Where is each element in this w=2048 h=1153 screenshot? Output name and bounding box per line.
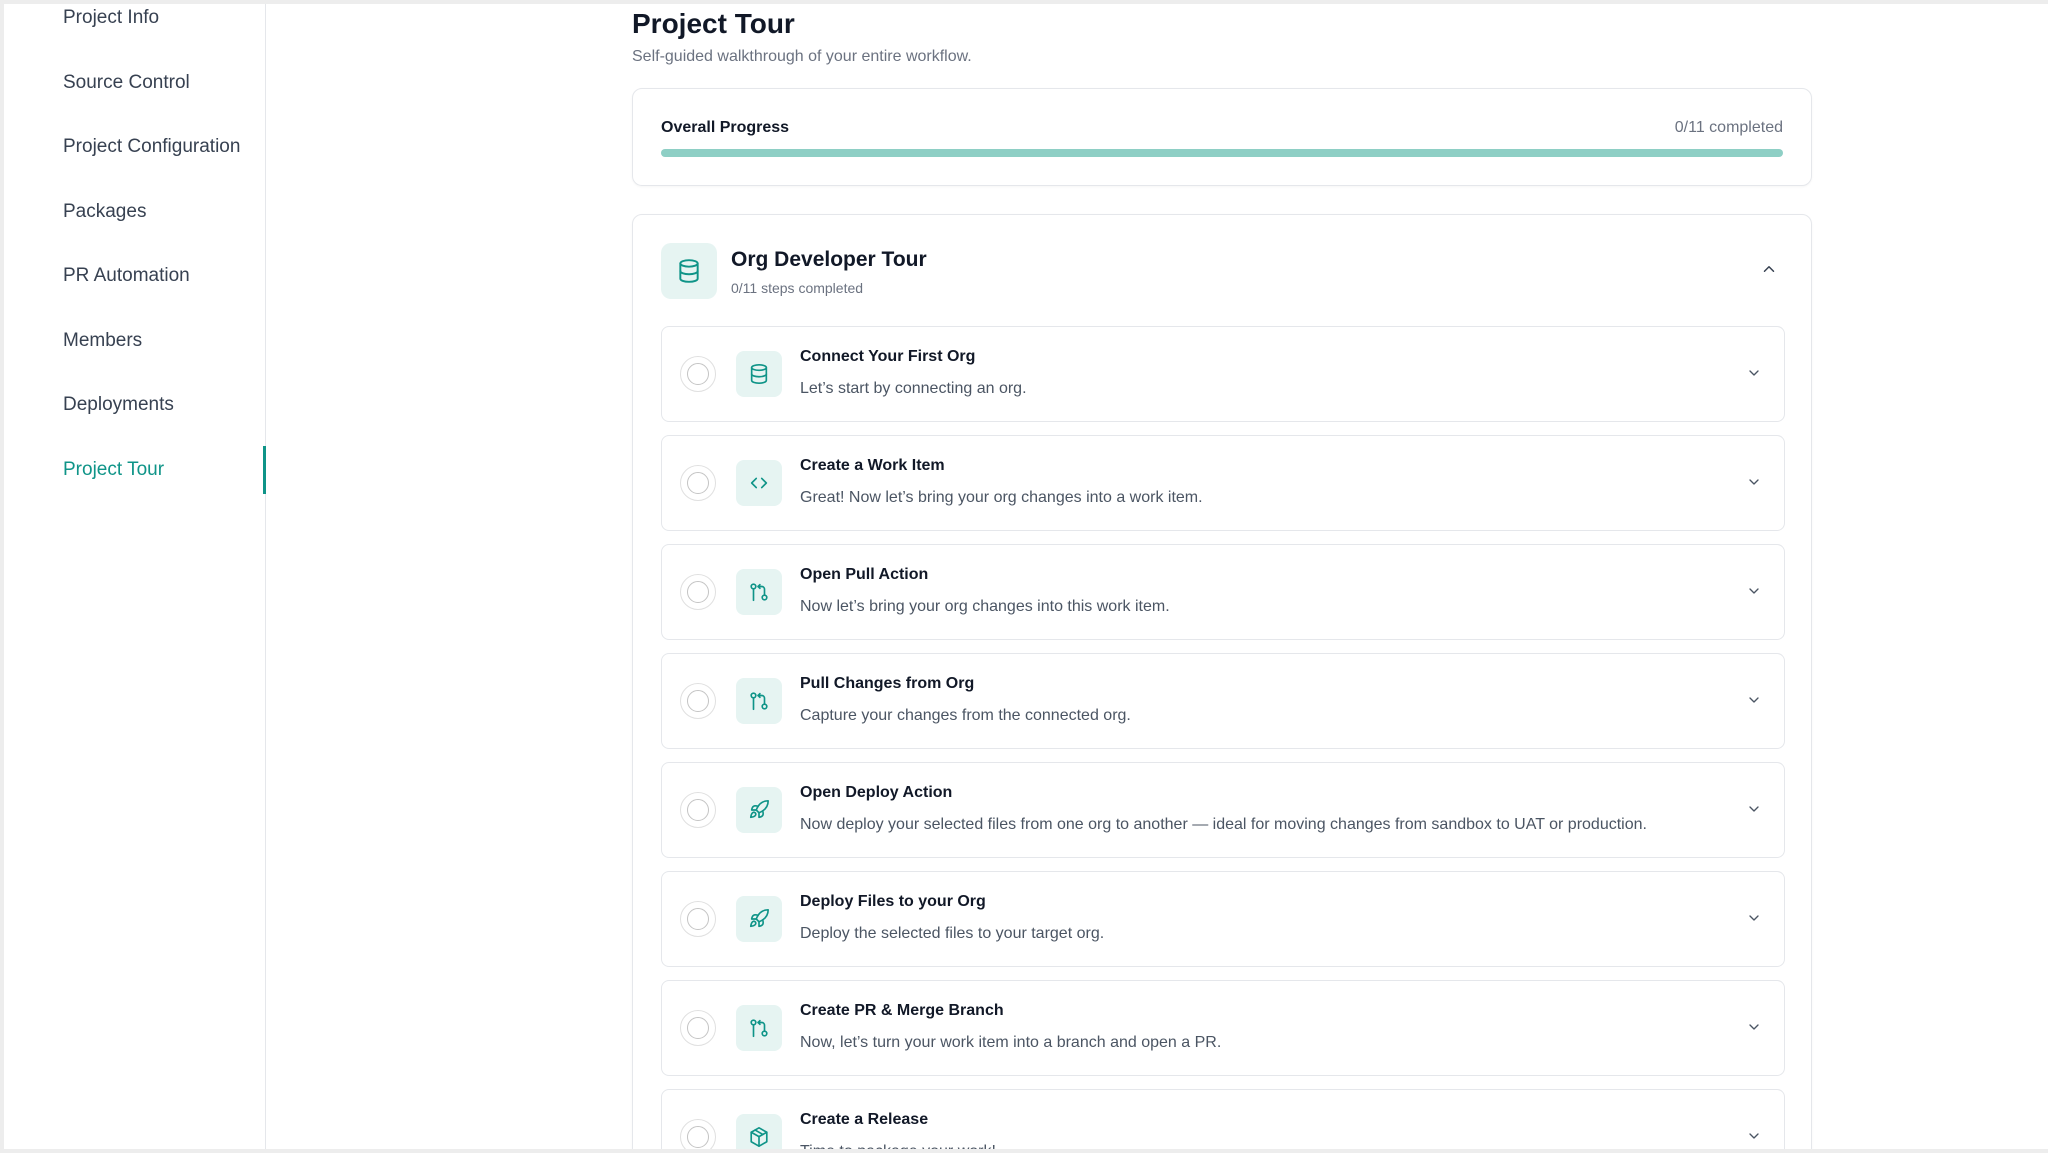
step-title: Pull Changes from Org (800, 675, 975, 692)
step-checkbox[interactable] (680, 356, 716, 392)
step-title: Deploy Files to your Org (800, 893, 986, 910)
chevron-down-icon[interactable] (1742, 1124, 1766, 1148)
tour-step-open-deploy-action[interactable]: Open Deploy Action Now deploy your selec… (661, 762, 1785, 858)
step-title: Create a Work Item (800, 457, 945, 474)
git-pull-request-icon (736, 569, 782, 615)
progress-count: 0/11 completed (1674, 119, 1783, 136)
sidebar-item-packages[interactable]: Packages (63, 201, 146, 223)
step-checkbox[interactable] (680, 683, 716, 719)
step-checkbox[interactable] (680, 574, 716, 610)
step-description: Capture your changes from the connected … (800, 707, 1131, 724)
step-checkbox[interactable] (680, 465, 716, 501)
sidebar-item-source-control[interactable]: Source Control (63, 72, 190, 94)
chevron-down-icon[interactable] (1742, 579, 1766, 603)
tour-step-connect-org[interactable]: Connect Your First Org Let’s start by co… (661, 326, 1785, 422)
step-checkbox[interactable] (680, 901, 716, 937)
package-icon (736, 1114, 782, 1149)
sidebar-item-project-configuration[interactable]: Project Configuration (63, 136, 240, 158)
page-subtitle: Self-guided walkthrough of your entire w… (632, 48, 972, 65)
step-description: Now deploy your selected files from one … (800, 816, 1647, 833)
step-checkbox[interactable] (680, 1010, 716, 1046)
code-icon (736, 460, 782, 506)
step-description: Let’s start by connecting an org. (800, 380, 1027, 397)
step-title: Open Pull Action (800, 566, 929, 583)
sidebar: Project Info Source Control Project Conf… (8, 4, 266, 1149)
chevron-down-icon[interactable] (1742, 688, 1766, 712)
progress-label: Overall Progress (661, 119, 790, 136)
tour-step-create-pr[interactable]: Create PR & Merge Branch Now, let’s turn… (661, 980, 1785, 1076)
step-checkbox[interactable] (680, 792, 716, 828)
database-icon (661, 243, 717, 299)
chevron-down-icon[interactable] (1742, 470, 1766, 494)
progress-bar (661, 149, 1783, 157)
tour-step-create-work-item[interactable]: Create a Work Item Great! Now let’s brin… (661, 435, 1785, 531)
step-description: Deploy the selected files to your target… (800, 925, 1105, 942)
overall-progress-card: Overall Progress 0/11 completed (632, 88, 1812, 186)
sidebar-item-project-tour[interactable]: Project Tour (63, 459, 164, 481)
tour-step-pull-changes[interactable]: Pull Changes from Org Capture your chang… (661, 653, 1785, 749)
chevron-down-icon[interactable] (1742, 361, 1766, 385)
rocket-icon (736, 787, 782, 833)
step-checkbox[interactable] (680, 1119, 716, 1149)
sidebar-item-project-info[interactable]: Project Info (63, 7, 159, 29)
step-title: Connect Your First Org (800, 348, 976, 365)
tour-step-deploy-files[interactable]: Deploy Files to your Org Deploy the sele… (661, 871, 1785, 967)
sidebar-item-pr-automation[interactable]: PR Automation (63, 265, 190, 287)
chevron-down-icon[interactable] (1742, 797, 1766, 821)
collapse-tour-button[interactable] (1755, 255, 1783, 283)
step-title: Create a Release (800, 1111, 929, 1128)
sidebar-active-indicator (263, 446, 266, 494)
step-title: Create PR & Merge Branch (800, 1002, 1004, 1019)
tour-step-open-pull-action[interactable]: Open Pull Action Now let’s bring your or… (661, 544, 1785, 640)
chevron-down-icon[interactable] (1742, 906, 1766, 930)
rocket-icon (736, 896, 782, 942)
page-title: Project Tour (632, 8, 795, 39)
step-description: Time to package your work! (800, 1143, 996, 1153)
sidebar-item-members[interactable]: Members (63, 330, 142, 352)
tour-steps-completed: 0/11 steps completed (731, 280, 864, 296)
database-icon (736, 351, 782, 397)
sidebar-item-deployments[interactable]: Deployments (63, 394, 174, 416)
step-description: Great! Now let’s bring your org changes … (800, 489, 1203, 506)
tour-title: Org Developer Tour (731, 248, 927, 271)
chevron-down-icon[interactable] (1742, 1015, 1766, 1039)
step-description: Now, let’s turn your work item into a br… (800, 1034, 1222, 1051)
app-frame: Project Info Source Control Project Conf… (0, 0, 2048, 1153)
git-pull-request-icon (736, 1005, 782, 1051)
step-title: Open Deploy Action (800, 784, 953, 801)
chevron-up-icon (1760, 260, 1778, 278)
step-description: Now let’s bring your org changes into th… (800, 598, 1170, 615)
tour-step-create-release[interactable]: Create a Release Time to package your wo… (661, 1089, 1785, 1153)
git-pull-request-icon (736, 678, 782, 724)
tour-card: Org Developer Tour 0/11 steps completed … (632, 214, 1812, 1153)
